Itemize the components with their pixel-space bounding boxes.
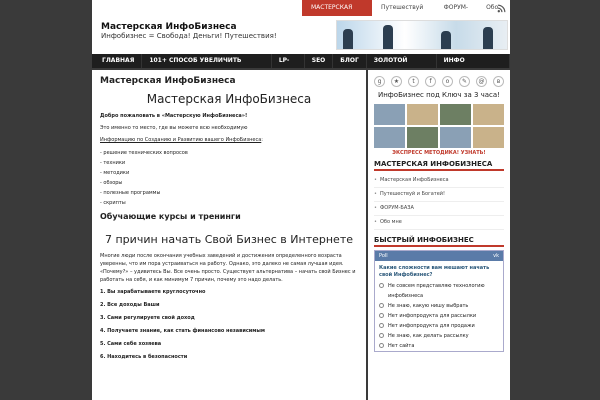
reason-item: 4. Получаете знание, как стать финансово… (100, 328, 265, 334)
list-item: - скрипты (100, 200, 126, 206)
topics-list: - решение технических вопросов - техники… (100, 148, 358, 208)
poll-header: Poll vk (375, 251, 503, 261)
topnav-item-workshop[interactable]: МАСТЕРСКАЯ ИНФОБИЗНЕСА (302, 0, 373, 27)
twitter-icon[interactable]: t (408, 76, 419, 87)
topnav-item-travel[interactable]: Путешествуй и Богатей! (372, 0, 435, 27)
mailru-icon[interactable]: @ (476, 76, 487, 87)
widget-title: МАСТЕРСКАЯ ИНФОБИЗНЕСА (374, 160, 504, 171)
mainnav-item-products[interactable]: ИНФО ПРОДУКТЫ (437, 54, 510, 78)
site-title[interactable]: Мастерская ИнфоБизнеса (101, 22, 237, 32)
list-item: - техники (100, 160, 126, 166)
poll-option-label: Не знаю, какую нишу выбрать (388, 303, 469, 309)
reason-item: 6. Находитесь в безопасности (100, 354, 188, 360)
sidebar-caption: ИнфоБизнес под Ключ за 3 часа! (377, 91, 501, 99)
welcome-text: Добро пожаловать в «Мастерскую ИнфоБизне… (100, 112, 358, 120)
reason-item: 5. Сами себе хозяева (100, 341, 162, 347)
mainnav-item-lp-sp[interactable]: LP-SP (272, 54, 305, 78)
page-title: Мастерская ИнфоБизнеса (100, 76, 236, 86)
radio-button[interactable] (379, 313, 384, 318)
express-link[interactable]: ЭКСПРЕСС МЕТОДИКА! УЗНАТЬ! (374, 150, 504, 156)
widget-item-workshop[interactable]: Мастерская ИнфоБизнеса (374, 174, 504, 188)
poll-option[interactable]: Нет инфопродукта для продажи (375, 321, 503, 331)
content-heading: Мастерская ИнфоБизнеса (146, 92, 312, 106)
reasons-list: 1. Вы зарабатываете круглосуточно 2. Все… (100, 288, 358, 361)
poll-option-label: Нет сайта (388, 343, 415, 349)
poll-question: Какие сложности вам мешают начать свой И… (379, 265, 490, 278)
widget-item-travel[interactable]: Путешествуй и Богатей! (374, 188, 504, 202)
poll-option[interactable]: Не знаю, какую нишу выбрать (375, 301, 503, 311)
main-nav: ГЛАВНАЯ 101+ СПОСОБ УВЕЛИЧИТЬ ТРАФИК LP-… (92, 54, 510, 78)
welcome-bold: Добро пожаловать в «Мастерскую ИнфоБизне… (100, 113, 248, 119)
list-item: - обзоры (100, 180, 123, 186)
mainnav-item-home[interactable]: ГЛАВНАЯ (95, 54, 143, 68)
poll-option-label: Нет инфопродукта для продажи (388, 323, 475, 329)
radio-button[interactable] (379, 323, 384, 328)
poll-option[interactable]: Не знаю, как делать рассылку (375, 331, 503, 341)
livejournal-icon[interactable]: ✎ (459, 76, 470, 87)
rss-icon[interactable] (497, 4, 506, 13)
poll-option[interactable]: Нет сайта (375, 341, 503, 351)
top-nav: МАСТЕРСКАЯ ИНФОБИЗНЕСА Путешествуй и Бог… (302, 0, 510, 27)
social-icons: g ★ t f o ✎ @ в (374, 76, 504, 87)
reason-item: 3. Сами регулируете свой доход (100, 315, 195, 321)
place-text: Это именно то место, где вы можете всю н… (100, 125, 248, 131)
promo-collage-image[interactable] (374, 104, 504, 148)
google-icon[interactable]: g (374, 76, 385, 87)
poll-label: Poll (379, 253, 388, 259)
poll-option-label: Не знаю, как делать рассылку (388, 333, 469, 339)
radio-button[interactable] (379, 343, 384, 348)
seven-reasons-title: 7 причин начать Свой Бизнес в Интернете (105, 233, 353, 246)
bookmark-icon[interactable]: ★ (391, 76, 402, 87)
vk-icon[interactable]: в (493, 76, 504, 87)
topnav-item-forum[interactable]: ФОРУМ-БАЗА (435, 0, 478, 27)
widget-title: БЫСТРЫЙ ИНФОБИЗНЕС (374, 236, 504, 247)
odnoklassniki-icon[interactable]: o (442, 76, 453, 87)
courses-heading: Обучающие курсы и тренинги (100, 212, 241, 221)
poll-option[interactable]: Нет инфопродукта для рассылки (375, 311, 503, 321)
widget-workshop: МАСТЕРСКАЯ ИНФОБИЗНЕСА Мастерская ИнфоБи… (374, 160, 504, 230)
mainnav-item-traffic[interactable]: 101+ СПОСОБ УВЕЛИЧИТЬ ТРАФИК (142, 54, 272, 78)
header: МАСТЕРСКАЯ ИНФОБИЗНЕСА Путешествуй и Бог… (92, 0, 510, 56)
mainnav-item-seo[interactable]: SEO (305, 54, 334, 68)
list-item: - полезные программы (100, 190, 161, 196)
poll-option[interactable]: Не совсем представляю технологию инфобиз… (375, 281, 503, 301)
mainnav-item-blog[interactable]: БЛОГ (333, 54, 367, 68)
widget-item-about[interactable]: Обо мне (374, 216, 504, 230)
poll-option-label: Не совсем представляю технологию инфобиз… (388, 283, 485, 299)
site-description: Инфобизнес = Свобода! Деньги! Путешестви… (101, 32, 277, 40)
widget-item-forum[interactable]: ФОРУМ-БАЗА (374, 202, 504, 216)
reason-item: 1. Вы зарабатываете круглосуточно (100, 289, 206, 295)
sidebar: g ★ t f o ✎ @ в ИнфоБизнес под Ключ за 3… (368, 70, 510, 400)
list-item: - решение технических вопросов (100, 150, 188, 156)
poll-widget: Poll vk Какие сложности вам мешают начат… (374, 250, 504, 352)
header-banner-image (336, 20, 508, 50)
radio-button[interactable] (379, 303, 384, 308)
poll-option-label: Нет инфопродукта для рассылки (388, 313, 477, 319)
list-item: - методики (100, 170, 130, 176)
reason-item: 2. Все доходы Ваши (100, 302, 160, 308)
radio-button[interactable] (379, 283, 384, 288)
info-link[interactable]: Информацию по Созданию и Развитию вашего… (100, 137, 261, 143)
info-colon: : (261, 137, 263, 143)
widget-fast-infobiz: БЫСТРЫЙ ИНФОБИЗНЕС Poll vk Какие сложнос… (374, 236, 504, 352)
info-paragraph: Информацию по Созданию и Развитию вашего… (100, 136, 358, 144)
main-content: Мастерская ИнфоБизнеса Мастерская ИнфоБи… (92, 70, 366, 400)
intro-paragraph: Многие люди после окончания учебных заве… (100, 253, 356, 283)
mainnav-item-gold[interactable]: ЗОЛОТОЙ АКТИВ (367, 54, 437, 78)
page: МАСТЕРСКАЯ ИНФОБИЗНЕСА Путешествуй и Бог… (92, 0, 510, 400)
radio-button[interactable] (379, 333, 384, 338)
vk-logo-icon: vk (493, 253, 499, 259)
facebook-icon[interactable]: f (425, 76, 436, 87)
